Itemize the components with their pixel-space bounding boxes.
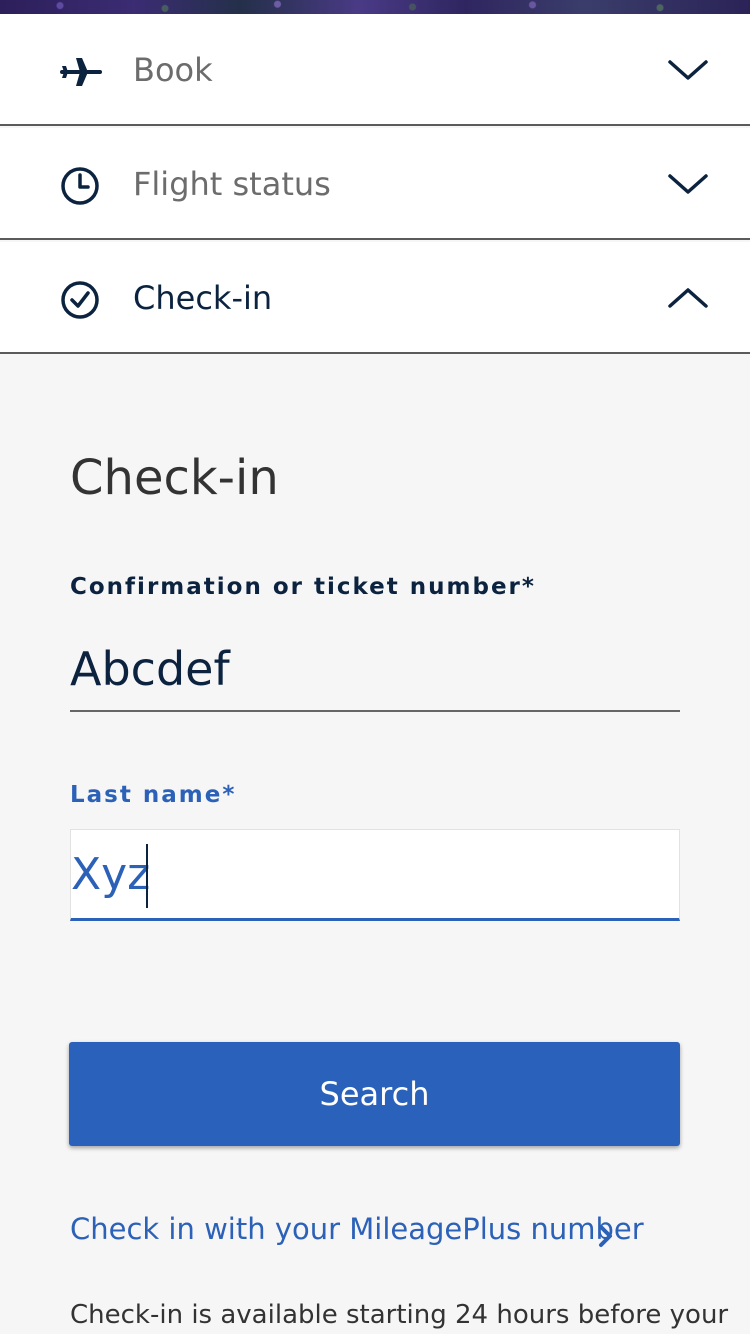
checkin-panel-title: Check-in — [70, 450, 279, 506]
chevron-right-icon[interactable] — [598, 1224, 614, 1248]
mileageplus-checkin-link[interactable]: Check in with your MileagePlus number — [70, 1212, 644, 1246]
chevron-down-icon[interactable] — [664, 52, 712, 88]
check-circle-icon — [61, 281, 99, 319]
search-button[interactable]: Search — [69, 1042, 680, 1146]
airplane-icon — [60, 58, 102, 86]
accordion-book[interactable]: Book — [0, 14, 750, 126]
checkin-availability-text: Check-in is available starting 24 hours … — [70, 1300, 729, 1330]
chevron-down-icon[interactable] — [664, 166, 712, 202]
accordion-flight-status[interactable]: Flight status — [0, 128, 750, 240]
confirmation-number-label: Confirmation or ticket number* — [70, 574, 536, 600]
clock-icon — [61, 167, 99, 205]
accordion-check-in-label: Check-in — [133, 279, 273, 317]
accordion-check-in[interactable]: Check-in — [0, 242, 750, 354]
last-name-field[interactable] — [70, 829, 680, 921]
confirmation-number-input[interactable] — [70, 628, 680, 712]
last-name-input[interactable] — [71, 830, 679, 918]
hero-image-strip — [0, 0, 750, 14]
accordion-book-label: Book — [133, 51, 213, 89]
text-caret — [146, 844, 148, 908]
accordion-flight-status-label: Flight status — [133, 165, 331, 203]
last-name-label: Last name* — [70, 782, 237, 808]
chevron-up-icon[interactable] — [664, 280, 712, 316]
